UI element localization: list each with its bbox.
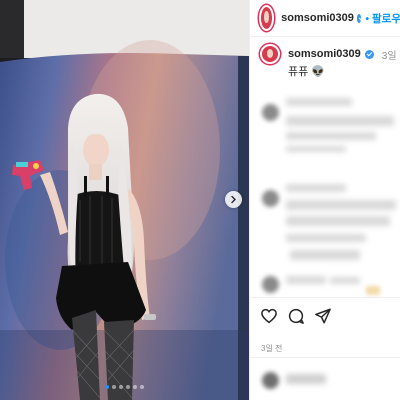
carousel-dot (112, 385, 116, 389)
header-username[interactable]: somsomi0309 (281, 12, 354, 24)
follow-button[interactable]: • 팔로우 (365, 11, 400, 26)
post-date[interactable]: 3일 전 (261, 343, 282, 354)
carousel-indicator (0, 385, 249, 389)
divider (250, 357, 400, 358)
post-photo[interactable] (0, 0, 249, 400)
post-time[interactable]: 3일 (382, 47, 397, 62)
verified-badge-icon (364, 49, 374, 59)
comment-line (286, 98, 352, 106)
verified-badge-icon (356, 13, 362, 23)
caption: somsomi0309 3일 퓨퓨 👽 (260, 44, 400, 79)
comment-line (286, 234, 366, 242)
photo-image (0, 0, 249, 400)
composer-avatar (262, 372, 279, 389)
carousel-dot-active (105, 385, 109, 389)
composer-placeholder[interactable] (286, 374, 326, 384)
comment-line (286, 116, 394, 126)
post-actions (250, 297, 400, 338)
comment-line (286, 200, 396, 210)
comment-avatar (262, 104, 279, 121)
comment-line (290, 250, 360, 260)
comment-line (330, 277, 360, 284)
comment-line (286, 216, 390, 226)
comment-avatar (262, 190, 279, 207)
comment-line (286, 132, 376, 140)
comment-avatar (262, 276, 279, 293)
carousel-dot (119, 385, 123, 389)
carousel-dot (140, 385, 144, 389)
comment-line (286, 184, 346, 192)
comment-line (286, 276, 326, 284)
comment-line (286, 146, 346, 152)
heart-icon[interactable] (260, 307, 278, 325)
post-side-panel: somsomi0309 • 팔로우 somsomi0309 3일 퓨퓨 👽 3일… (249, 0, 400, 400)
carousel-next-button[interactable] (225, 191, 242, 208)
comment-emoji (366, 286, 380, 295)
carousel-dot (126, 385, 130, 389)
caption-username[interactable]: somsomi0309 (288, 48, 361, 60)
post-header: somsomi0309 • 팔로우 (250, 0, 400, 37)
send-icon[interactable] (314, 307, 332, 325)
chevron-right-icon (231, 195, 236, 204)
comment-icon[interactable] (287, 307, 305, 325)
carousel-dot (133, 385, 137, 389)
avatar[interactable] (259, 5, 275, 31)
caption-text: 퓨퓨 👽 (288, 66, 325, 78)
caption-avatar[interactable] (260, 44, 280, 64)
